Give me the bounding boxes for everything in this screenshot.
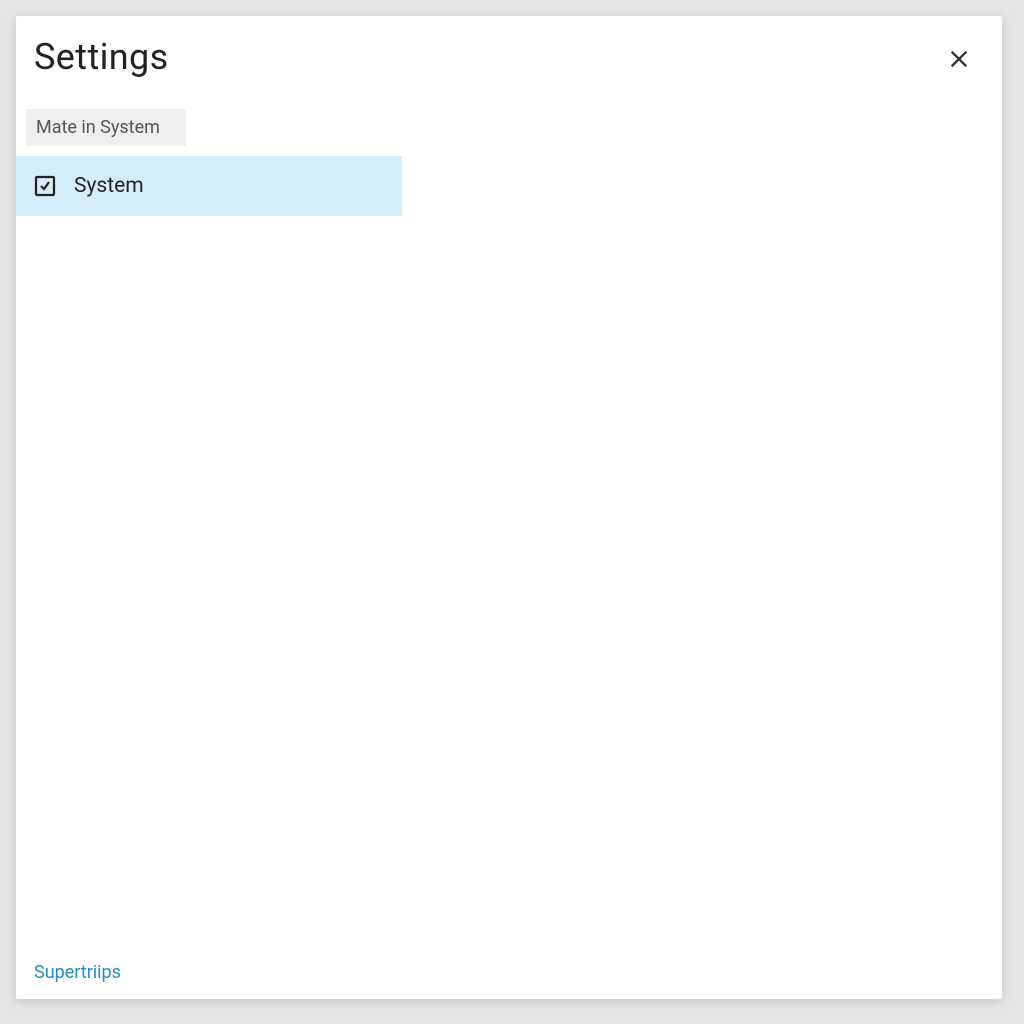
settings-sidebar: System — [16, 109, 402, 216]
sidebar-item-label: System — [74, 174, 144, 198]
close-button[interactable] — [942, 42, 976, 79]
system-icon — [33, 174, 57, 198]
settings-dialog: Settings System Supertriips — [16, 16, 1002, 999]
dialog-title: Settings — [34, 36, 169, 78]
close-icon — [948, 58, 970, 73]
dialog-header: Settings — [16, 16, 1002, 79]
settings-search-input[interactable] — [26, 109, 186, 146]
footer-link-supertriips[interactable]: Supertriips — [34, 962, 121, 983]
sidebar-item-system[interactable]: System — [16, 156, 402, 216]
